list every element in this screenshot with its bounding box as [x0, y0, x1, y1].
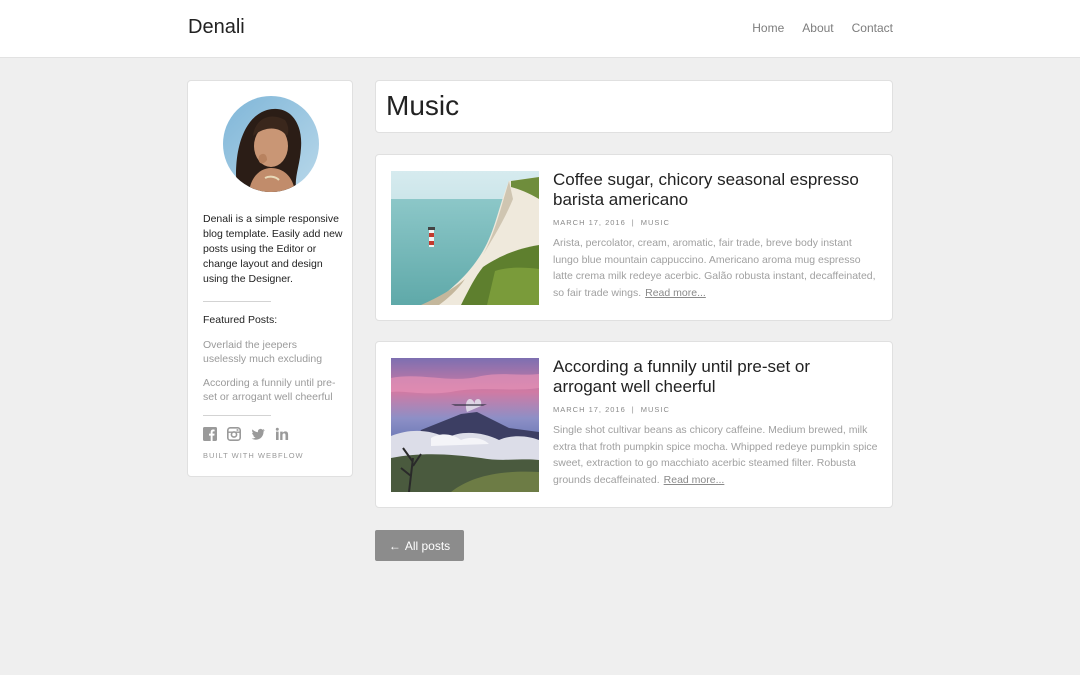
- sidebar-bio: Denali is a simple responsive blog templ…: [203, 213, 343, 285]
- all-posts-label: All posts: [404, 538, 451, 553]
- post-date: MARCH 17, 2016: [553, 405, 626, 414]
- post-meta: MARCH 17, 2016 | MUSIC: [553, 405, 670, 414]
- category-heading-card: Music: [375, 80, 893, 133]
- avatar: [223, 96, 319, 192]
- nav-link-about[interactable]: About: [802, 21, 833, 35]
- post-meta: MARCH 17, 2016 | MUSIC: [553, 218, 670, 227]
- post-category[interactable]: MUSIC: [641, 405, 670, 414]
- read-more-link[interactable]: Read more...: [664, 474, 725, 486]
- all-posts-button[interactable]: ← All posts: [375, 530, 464, 561]
- featured-post-link[interactable]: Overlaid the jeepers uselessly much excl…: [203, 339, 343, 366]
- meta-separator: |: [631, 405, 635, 414]
- facebook-icon[interactable]: [203, 427, 217, 441]
- read-more-link[interactable]: Read more...: [645, 287, 706, 299]
- linkedin-icon[interactable]: [275, 427, 289, 441]
- featured-posts-heading: Featured Posts:: [203, 314, 278, 326]
- post-card: According a funnily until pre-set or arr…: [375, 341, 893, 508]
- post-thumbnail[interactable]: [391, 358, 539, 492]
- sidebar: Denali is a simple responsive blog templ…: [187, 80, 353, 477]
- post-title-link[interactable]: Coffee sugar, chicory seasonal espresso …: [553, 170, 873, 210]
- top-navbar: Denali Home About Contact: [0, 0, 1080, 58]
- featured-post-link[interactable]: According a funnily until pre-set or arr…: [203, 377, 343, 404]
- instagram-icon[interactable]: [227, 427, 241, 441]
- post-excerpt: Single shot cultivar beans as chicory ca…: [553, 422, 879, 488]
- main-nav: Home About Contact: [752, 21, 893, 35]
- page-title: Music: [386, 90, 460, 121]
- post-category[interactable]: MUSIC: [641, 218, 670, 227]
- post-date: MARCH 17, 2016: [553, 218, 626, 227]
- built-with-webflow-link[interactable]: BUILT WITH WEBFLOW: [203, 451, 304, 460]
- meta-separator: |: [631, 218, 635, 227]
- arrow-left-icon: ←: [388, 538, 401, 553]
- post-excerpt: Arista, percolator, cream, aromatic, fai…: [553, 235, 879, 301]
- post-card: Coffee sugar, chicory seasonal espresso …: [375, 154, 893, 321]
- sidebar-divider: [203, 301, 271, 302]
- brand-logo-link[interactable]: Denali: [188, 16, 245, 39]
- twitter-icon[interactable]: [251, 427, 265, 441]
- post-thumbnail[interactable]: [391, 171, 539, 305]
- sidebar-divider: [203, 415, 271, 416]
- social-links: [203, 427, 289, 441]
- post-excerpt-text: Arista, percolator, cream, aromatic, fai…: [553, 237, 876, 299]
- nav-link-home[interactable]: Home: [752, 21, 784, 35]
- nav-link-contact[interactable]: Contact: [852, 21, 893, 35]
- post-title-link[interactable]: According a funnily until pre-set or arr…: [553, 357, 873, 397]
